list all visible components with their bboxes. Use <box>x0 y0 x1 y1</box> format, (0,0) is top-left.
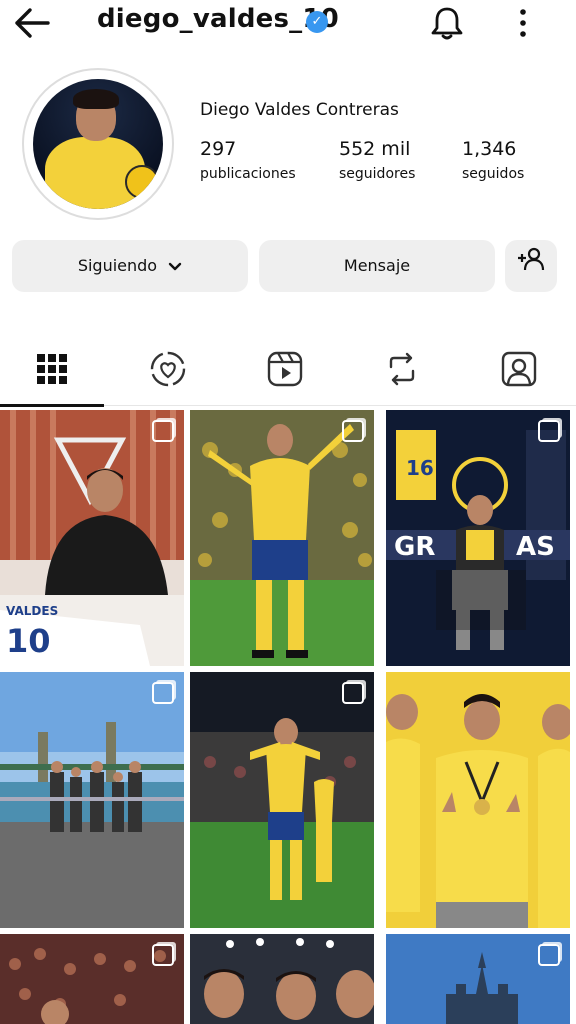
profile-username: diego_valdes_10 <box>97 4 339 34</box>
post-tile-castle[interactable] <box>386 934 570 1024</box>
svg-text:AS: AS <box>516 532 555 562</box>
message-button[interactable]: Mensaje <box>259 240 495 292</box>
person-add-icon <box>516 241 546 293</box>
following-button-label: Siguiendo <box>77 256 158 275</box>
tagged-icon <box>500 350 538 392</box>
verified-badge-icon: ✓ <box>306 11 328 33</box>
reels-icon <box>266 350 304 392</box>
more-vertical-icon[interactable] <box>512 6 534 40</box>
post-tile-celebration[interactable] <box>190 410 374 666</box>
post-tile-team-medals[interactable] <box>386 672 570 928</box>
svg-text:16: 16 <box>406 456 434 480</box>
carousel-icon <box>152 944 174 966</box>
post-image <box>190 934 374 1024</box>
arrow-left-icon[interactable] <box>12 6 52 42</box>
post-tile-family-bridge[interactable] <box>0 672 184 928</box>
chevron-down-icon <box>168 241 182 293</box>
top-bar: diego_valdes_10 ✓ <box>0 0 576 48</box>
post-image <box>386 672 570 928</box>
reposts-icon <box>384 351 420 391</box>
post-tile-team-selfie[interactable] <box>190 934 374 1024</box>
posts-count: 297 <box>200 138 237 160</box>
following-button[interactable]: Siguiendo <box>12 240 248 292</box>
post-image: 16 GR AS <box>386 410 570 666</box>
carousel-icon <box>152 420 174 442</box>
followers-count: 552 mil <box>339 138 411 160</box>
posts-stat[interactable]: 297 publicaciones <box>200 138 296 182</box>
followers-stat[interactable]: 552 mil seguidores <box>339 138 415 182</box>
svg-text:GR: GR <box>394 532 435 562</box>
post-image <box>0 672 184 928</box>
message-button-label: Mensaje <box>343 256 411 275</box>
add-user-button[interactable] <box>505 240 557 292</box>
svg-text:VALDES: VALDES <box>6 604 58 618</box>
avatar-image <box>33 79 163 209</box>
bell-icon[interactable] <box>428 4 466 42</box>
carousel-icon <box>342 682 364 704</box>
profile-full-name: Diego Valdes Contreras <box>200 100 399 120</box>
posts-label: publicaciones <box>200 166 296 182</box>
carousel-icon <box>538 420 560 442</box>
post-image <box>190 410 374 666</box>
profile-tabs <box>0 336 576 407</box>
following-count: 1,346 <box>462 138 517 160</box>
carousel-icon <box>152 682 174 704</box>
tab-liked[interactable] <box>116 336 220 406</box>
heart-circle-icon <box>149 350 187 392</box>
post-image <box>190 672 374 928</box>
post-tile-gracias[interactable]: 16 GR AS <box>386 410 570 666</box>
carousel-icon <box>538 944 560 966</box>
following-label: seguidos <box>462 166 525 182</box>
svg-text:10: 10 <box>6 622 51 660</box>
post-image: VALDES 10 <box>0 410 184 666</box>
followers-label: seguidores <box>339 166 416 182</box>
tab-reposts[interactable] <box>350 336 454 406</box>
profile-avatar[interactable] <box>22 68 174 220</box>
grid-icon <box>36 353 68 389</box>
tab-posts-grid[interactable] <box>0 336 104 407</box>
tab-reels[interactable] <box>233 336 337 406</box>
post-tile-signing[interactable]: VALDES 10 <box>0 410 184 666</box>
carousel-icon <box>342 420 364 442</box>
post-tile-crowd[interactable] <box>0 934 184 1024</box>
post-tile-night-match[interactable] <box>190 672 374 928</box>
following-stat[interactable]: 1,346 seguidos <box>462 138 524 182</box>
tab-tagged[interactable] <box>467 336 571 406</box>
